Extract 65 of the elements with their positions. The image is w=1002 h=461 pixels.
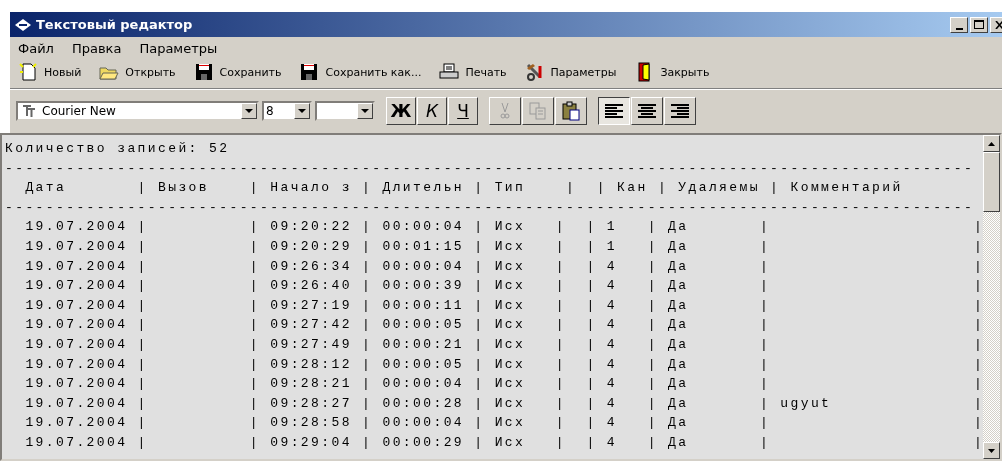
window-title: Текстовый редактор	[36, 17, 194, 32]
bold-button[interactable]: Ж	[386, 97, 416, 125]
up-arrow-icon	[988, 141, 995, 146]
toolbar-icon	[193, 62, 214, 82]
menu-item[interactable]: Параметры	[137, 41, 220, 56]
italic-button[interactable]: К	[417, 97, 447, 125]
text-line: 19.07.2004 | | 09:28:21 | 00:00:04 | Исх | | 4 | Да | |	[24, 375, 980, 394]
toolbar-button[interactable]: Сохранить	[193, 62, 282, 82]
maximize-icon	[974, 20, 984, 29]
text-line: 19.07.2004 | | 09:20:29 | 00:01:15 | Исх | | 1 | Да | |	[24, 237, 980, 256]
font-icon	[22, 105, 36, 117]
text-line: 19.07.2004 | | 09:20:22 | 00:00:04 | Исх | | 1 | Да | |	[24, 218, 980, 237]
vertical-scrollbar[interactable]	[983, 135, 1000, 459]
down-arrow-icon	[988, 448, 995, 453]
close-button[interactable]	[990, 16, 1002, 33]
caret-icon	[245, 109, 253, 113]
text-line: Количество записей: 52	[5, 140, 231, 158]
align-left-button[interactable]	[598, 97, 630, 125]
minimize-button[interactable]	[950, 16, 968, 33]
text-line: 19.07.2004 | | 09:26:34 | 00:00:04 | Исх | | 4 | Да | |	[24, 257, 980, 276]
scroll-up-button[interactable]	[983, 135, 1000, 152]
toolbar-button[interactable]: Новый	[18, 62, 82, 82]
align-right-icon	[669, 101, 691, 121]
align-center-button[interactable]	[631, 97, 663, 125]
underline-button[interactable]: Ч	[448, 97, 478, 125]
toolbar-icon	[299, 62, 320, 82]
menu-item[interactable]: Правка	[69, 41, 124, 56]
maximize-button[interactable]	[970, 16, 988, 33]
text-line: 19.07.2004 | | 09:28:12 | 00:00:05 | Исх | | 4 | Да | |	[24, 355, 980, 374]
text-line: -----------------------------------------------------------------------------------------------	[5, 198, 976, 217]
toolbar-button[interactable]: Закрыть	[634, 62, 710, 82]
text-line: 19.07.2004 | | 09:28:58 | 00:00:04 | Исх | | 4 | Да | |	[24, 414, 980, 433]
menu-item[interactable]: Файл	[16, 41, 56, 56]
text-line: 19.07.2004 | | 09:29:04 | 00:00:29 | Исх | | 4 | Да | |	[24, 433, 980, 452]
scroll-thumb[interactable]	[983, 152, 1000, 212]
minimize-icon	[955, 27, 963, 30]
close-icon	[994, 20, 1002, 29]
toolbar-button[interactable]: Сохранить как...	[299, 62, 422, 82]
caret-icon	[361, 109, 369, 113]
style-dropdown[interactable]	[315, 101, 375, 121]
text-line: 19.07.2004 | | 09:26:40 | 00:00:39 | Исх | | 4 | Да | |	[24, 277, 980, 296]
toolbar-icon	[439, 62, 460, 82]
text-line: 19.07.2004 | | 09:27:49 | 00:00:21 | Исх | | 4 | Да | |	[24, 335, 980, 354]
font-dropdown[interactable]: Courier New	[16, 101, 259, 121]
text-line: Дата | Вызов | Начало з | Длительн | Тип | | Кан | Удаляемы | Комментарий	[24, 179, 904, 198]
toolbar-button[interactable]: Параметры	[524, 62, 617, 82]
align-left-icon	[603, 101, 625, 121]
toolbar-button[interactable]: Печать	[439, 62, 507, 82]
toolbar-button[interactable]: Открыть	[99, 62, 176, 82]
text-line: 19.07.2004 | | 09:27:42 | 00:00:05 | Исх | | 4 | Да | |	[24, 316, 980, 335]
toolbar-icon	[524, 62, 545, 82]
paste-icon	[560, 101, 582, 121]
align-right-button[interactable]	[664, 97, 696, 125]
scroll-down-button[interactable]	[983, 442, 1000, 459]
text-line: -----------------------------------------------------------------------------------------------	[5, 159, 976, 178]
toolbar-icon	[18, 62, 38, 82]
text-line: 19.07.2004 | | 09:27:19 | 00:00:11 | Исх | | 4 | Да | |	[24, 296, 980, 315]
size-dropdown[interactable]: 8	[262, 101, 312, 121]
paste-button[interactable]	[555, 97, 587, 125]
copy-icon	[527, 101, 549, 121]
text-line: 19.07.2004 | | 09:28:27 | 00:00:28 | Исх | | 4 | Да | ugyut |	[24, 394, 980, 413]
app-icon	[14, 17, 32, 32]
caret-icon	[298, 109, 306, 113]
text-area[interactable]	[0, 133, 1002, 461]
align-center-icon	[636, 101, 658, 121]
